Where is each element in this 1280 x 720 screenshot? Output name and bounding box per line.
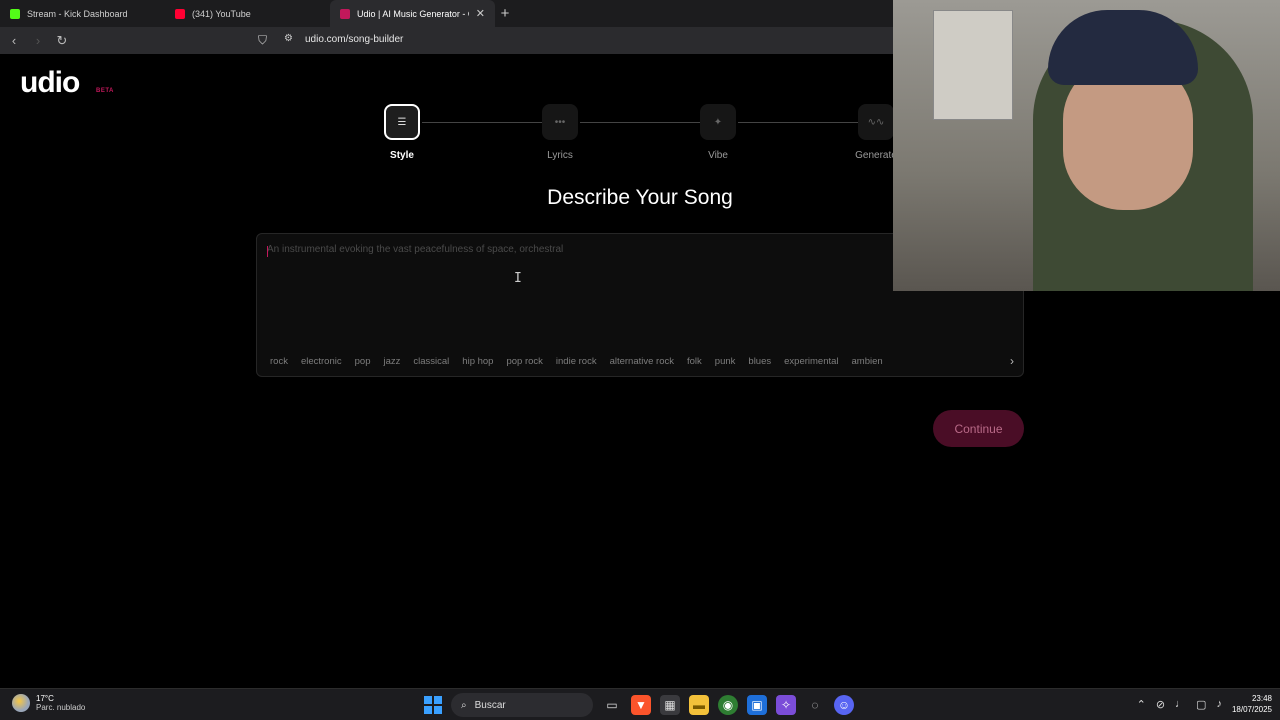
step-label: Style xyxy=(390,150,414,161)
genre-tag[interactable]: folk xyxy=(686,356,711,367)
weather-widget[interactable]: 17°C Parc. nublado xyxy=(12,694,85,712)
udio-logo[interactable]: udio BETA xyxy=(20,66,113,100)
task-view-icon[interactable]: ▭ xyxy=(602,695,622,715)
genre-tag[interactable]: alternative rock xyxy=(609,356,683,367)
lyrics-icon: ••• xyxy=(542,104,578,140)
genre-tag-list: rock electronic pop jazz classical hip h… xyxy=(257,352,1023,370)
remote-desktop-icon[interactable]: ▣ xyxy=(747,695,767,715)
weather-icon xyxy=(12,694,30,712)
windows-taskbar: 17°C Parc. nublado ⌕ Buscar ▭ ▼ ▦ ▬ ◉ ▣ … xyxy=(0,688,1280,720)
genre-tag[interactable]: jazz xyxy=(382,356,409,367)
step-label: Lyrics xyxy=(547,150,573,161)
url-text[interactable]: udio.com/song-builder xyxy=(305,34,403,45)
step-lyrics[interactable]: ••• Lyrics xyxy=(520,104,600,161)
kick-favicon-icon xyxy=(10,8,20,19)
genre-tag[interactable]: pop rock xyxy=(505,356,551,367)
microphone-icon[interactable]: ♩ xyxy=(1175,698,1186,710)
style-icon: ☰ xyxy=(384,104,420,140)
weather-temp: 17°C xyxy=(36,694,54,703)
discord-icon[interactable]: ☺ xyxy=(834,695,854,715)
logo-text: udio xyxy=(20,66,80,99)
genre-tag[interactable]: punk xyxy=(714,356,745,367)
waveform-icon: ∿∿ xyxy=(858,104,894,140)
udio-favicon-icon xyxy=(340,8,350,19)
genre-tag[interactable]: ambien xyxy=(851,356,892,367)
back-arrow-icon: ‹ xyxy=(11,33,17,48)
webcam-cabinet xyxy=(933,10,1013,120)
clock-date: 18/07/2025 xyxy=(1231,705,1272,714)
new-tab-button[interactable]: + xyxy=(495,0,515,27)
tab-youtube[interactable]: (341) YouTube xyxy=(165,0,330,27)
step-vibe[interactable]: ✦ Vibe xyxy=(678,104,758,161)
chrome-icon[interactable]: ◉ xyxy=(718,695,738,715)
genre-tag[interactable]: classical xyxy=(412,356,458,367)
tab-title: Stream - Kick Dashboard xyxy=(27,8,128,19)
volume-icon[interactable]: ♪ xyxy=(1216,698,1222,710)
tab-kick-dashboard[interactable]: Stream - Kick Dashboard xyxy=(0,0,165,27)
tab-udio[interactable]: Udio | AI Music Generator - Offic ✕ xyxy=(330,0,495,27)
start-button[interactable] xyxy=(424,696,442,714)
copilot-icon[interactable]: ✧ xyxy=(776,695,796,715)
system-tray: ⌃ ⊘ ♩ ▢ ♪ 23:48 18/07/2025 xyxy=(1137,693,1272,715)
clock-time: 23:48 xyxy=(1251,694,1272,703)
site-info-icon[interactable]: ⚙ xyxy=(284,33,293,44)
continue-button[interactable]: Continue xyxy=(933,410,1024,447)
genre-tag[interactable]: electronic xyxy=(300,356,351,367)
genre-tag[interactable]: blues xyxy=(747,356,780,367)
weather-desc: Parc. nublado xyxy=(36,703,86,712)
microsoft-store-icon[interactable]: ▦ xyxy=(660,695,680,715)
step-label: Vibe xyxy=(708,150,728,161)
genre-tag[interactable]: hip hop xyxy=(461,356,502,367)
tab-title: Udio | AI Music Generator - Offic xyxy=(357,8,469,19)
youtube-favicon-icon xyxy=(175,8,185,19)
vibe-icon: ✦ xyxy=(700,104,736,140)
genre-tag[interactable]: pop xyxy=(354,356,380,367)
step-progress: ☰ Style ••• Lyrics ✦ Vibe ∿∿ Generate xyxy=(380,104,900,174)
search-label: Buscar xyxy=(474,699,506,711)
brave-browser-icon[interactable]: ▼ xyxy=(631,695,651,715)
reload-button[interactable]: ↻ xyxy=(52,31,72,51)
chevron-right-icon: › xyxy=(1010,354,1014,368)
genre-tag[interactable]: experimental xyxy=(783,356,847,367)
genre-tag[interactable]: rock xyxy=(269,356,297,367)
text-caret xyxy=(267,246,268,257)
forward-arrow-icon: › xyxy=(35,33,41,48)
app-icon[interactable]: ◌ xyxy=(805,695,825,715)
beta-badge: BETA xyxy=(96,88,114,94)
plus-icon: + xyxy=(500,5,510,22)
taskbar-center: ⌕ Buscar ▭ ▼ ▦ ▬ ◉ ▣ ✧ ◌ ☺ xyxy=(424,693,854,717)
scroll-tags-right-button[interactable]: › xyxy=(1005,352,1019,370)
file-explorer-icon[interactable]: ▬ xyxy=(689,695,709,715)
close-tab-icon[interactable]: ✕ xyxy=(476,7,485,20)
reload-icon: ↻ xyxy=(56,32,68,48)
text-cursor-icon: I xyxy=(514,271,522,286)
step-style[interactable]: ☰ Style xyxy=(362,104,442,161)
taskbar-search[interactable]: ⌕ Buscar xyxy=(451,693,593,717)
back-button[interactable]: ‹ xyxy=(4,31,24,51)
genre-tag[interactable]: indie rock xyxy=(555,356,606,367)
webcam-overlay xyxy=(893,0,1280,291)
search-icon: ⌕ xyxy=(461,699,467,711)
bookmark-icon[interactable]: ⛉ xyxy=(258,33,272,47)
tab-title: (341) YouTube xyxy=(192,8,251,19)
network-icon[interactable]: ▢ xyxy=(1196,698,1206,711)
chevron-up-icon[interactable]: ⌃ xyxy=(1137,698,1146,711)
notifications-off-icon[interactable]: ⊘ xyxy=(1156,698,1165,711)
clock[interactable]: 23:48 18/07/2025 xyxy=(1232,693,1272,715)
forward-button[interactable]: › xyxy=(28,31,48,51)
